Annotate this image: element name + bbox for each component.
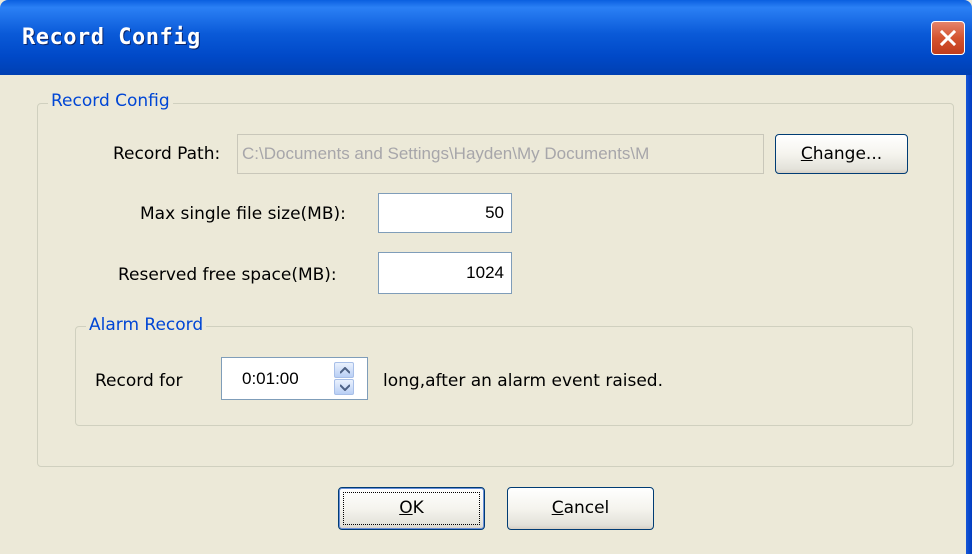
dialog-window: Record Config Record Config Record Path:…: [0, 0, 972, 554]
change-path-button[interactable]: Change...: [775, 134, 908, 174]
reserved-space-label: Reserved free space(MB):: [118, 265, 337, 285]
focus-rect: [343, 492, 480, 525]
reserved-space-input[interactable]: 1024: [378, 252, 512, 294]
title-bar[interactable]: Record Config: [0, 0, 972, 75]
close-icon: [939, 29, 957, 47]
record-path-field[interactable]: C:\Documents and Settings\Hayden\My Docu…: [237, 134, 764, 174]
cancel-button-label: ancel: [563, 498, 610, 518]
cancel-button-mnemonic: C: [551, 498, 564, 518]
record-path-label: Record Path:: [113, 144, 221, 164]
arrow-up-icon: [340, 367, 350, 374]
record-for-label: Record for: [95, 371, 183, 391]
spin-down-button[interactable]: [334, 379, 354, 395]
change-button-mnemonic: C: [800, 144, 813, 164]
alarm-record-legend: Alarm Record: [86, 315, 207, 335]
window-title: Record Config: [22, 25, 201, 50]
window-frame-right: [966, 75, 972, 554]
ok-button[interactable]: OK: [338, 487, 485, 530]
record-config-legend: Record Config: [48, 91, 173, 111]
change-button-label: hange...: [812, 144, 883, 164]
close-button[interactable]: [931, 21, 965, 55]
cancel-button[interactable]: Cancel: [507, 487, 654, 530]
max-file-size-input[interactable]: 50: [378, 193, 512, 233]
alarm-suffix-text: long,after an alarm event raised.: [383, 371, 663, 391]
duration-value: 0:01:00: [242, 369, 299, 388]
spin-up-button[interactable]: [334, 362, 354, 378]
max-file-size-label: Max single file size(MB):: [140, 204, 346, 224]
arrow-down-icon: [340, 384, 350, 391]
